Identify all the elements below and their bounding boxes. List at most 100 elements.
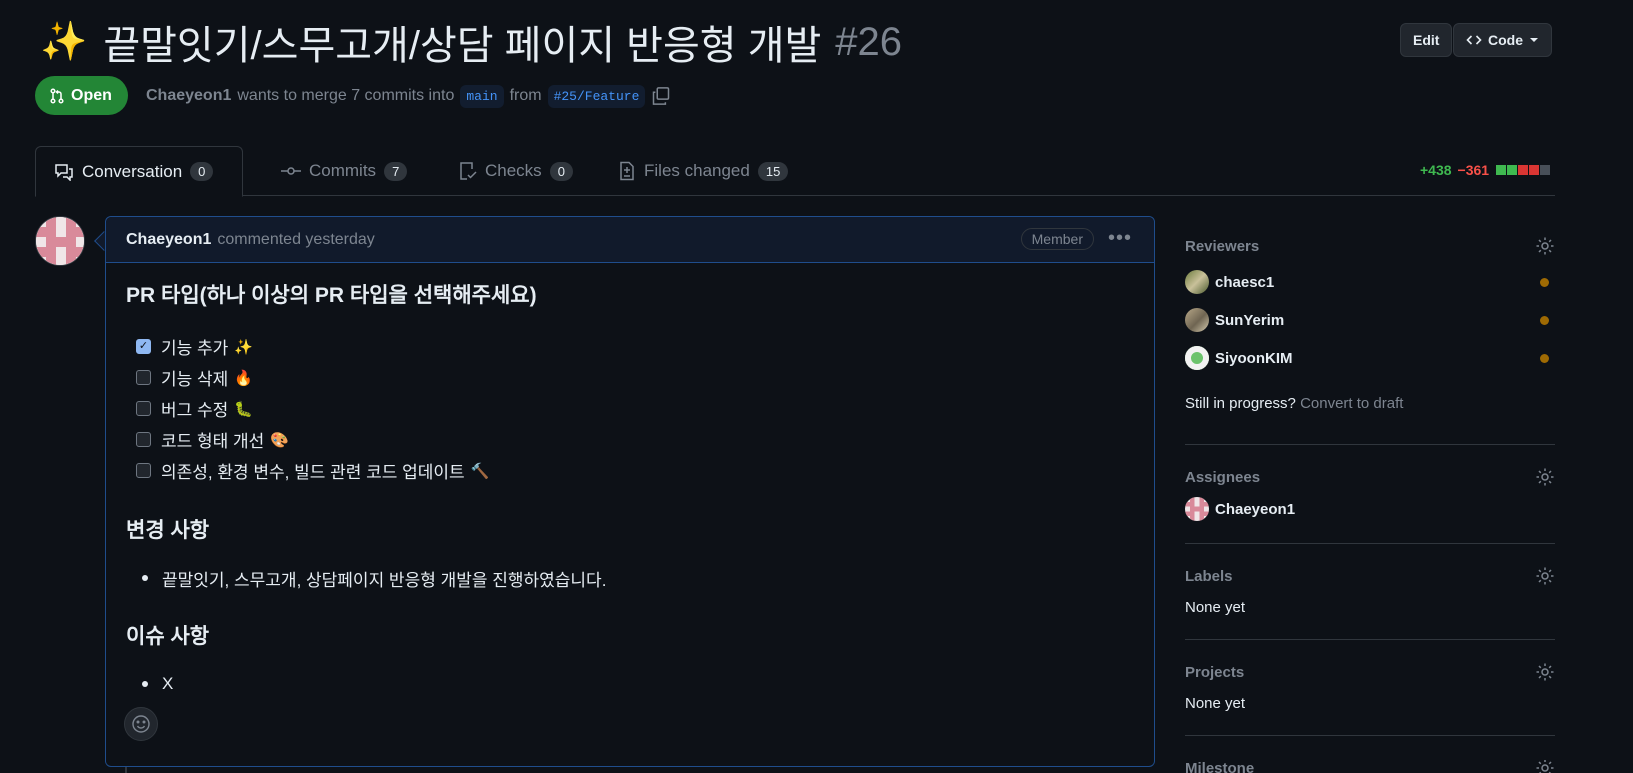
head-branch[interactable]: #25/Feature — [547, 84, 646, 108]
conversation-icon — [55, 163, 73, 181]
tab-label: Conversation — [82, 161, 183, 181]
changes-list: 끝말잇기, 스무고개, 상담페이지 반응형 개발을 진행하였습니다. — [126, 566, 1126, 590]
code-button[interactable]: Code — [1453, 23, 1552, 57]
projects-section: Projects None yet — [1185, 662, 1555, 714]
pr-author-link[interactable]: Chaeyeon1 — [146, 87, 231, 105]
gear-icon[interactable] — [1535, 236, 1555, 259]
list-item: 끝말잇기, 스무고개, 상담페이지 반응형 개발을 진행하였습니다. — [126, 566, 1126, 590]
checkbox[interactable] — [136, 401, 151, 416]
edit-button-label: Edit — [1413, 32, 1440, 48]
diffstat: +438 −361 — [1420, 162, 1551, 178]
reviewer-item[interactable]: SunYerim — [1185, 301, 1555, 339]
palette-icon: 🎨 — [270, 431, 289, 449]
pr-type-checklist: ✓ 기능 추가 ✨ 기능 삭제 🔥 버그 수정 🐛 코드 형태 개선 🎨 의존성… — [126, 331, 1126, 486]
checklist-label: 코드 형태 개선 — [161, 432, 265, 451]
tab-files-changed[interactable]: Files changed 15 — [600, 146, 806, 196]
checkbox[interactable] — [136, 463, 151, 478]
assignee-name: Chaeyeon1 — [1215, 500, 1296, 518]
labels-section: Labels None yet — [1185, 566, 1555, 618]
comment-timestamp: commented yesterday — [217, 230, 375, 248]
checklist-icon — [460, 162, 477, 180]
reviewers-title[interactable]: Reviewers — [1185, 238, 1555, 255]
checkbox[interactable] — [136, 432, 151, 447]
gear-icon[interactable] — [1535, 566, 1555, 589]
sidebar-divider — [1185, 639, 1555, 640]
member-badge: Member — [1020, 228, 1094, 250]
reviewer-name: SunYerim — [1215, 311, 1285, 329]
sidebar-divider — [1185, 543, 1555, 544]
hammer-icon: 🔨 — [470, 462, 490, 480]
reviewer-name: chaesc1 — [1215, 273, 1275, 291]
avatar — [1185, 308, 1209, 332]
pending-review-icon — [1540, 353, 1549, 363]
heading-issues: 이슈 사항 — [126, 625, 210, 648]
tab-checks[interactable]: Checks 0 — [441, 146, 591, 196]
avatar[interactable] — [35, 216, 85, 266]
tab-counter: 0 — [549, 161, 573, 181]
checkbox[interactable] — [136, 370, 151, 385]
heading-changes: 변경 사항 — [126, 519, 210, 542]
avatar — [1185, 270, 1209, 294]
file-diff-icon — [620, 161, 634, 181]
list-item: 기능 삭제 🔥 — [126, 362, 1126, 393]
tab-counter: 7 — [384, 161, 408, 181]
copy-icon[interactable] — [651, 86, 671, 106]
checkbox-checked[interactable]: ✓ — [136, 339, 151, 354]
gear-icon[interactable] — [1535, 467, 1555, 490]
gear-icon[interactable] — [1535, 662, 1555, 685]
pr-meta: Chaeyeon1 wants to merge 7 commits into … — [146, 82, 671, 110]
pending-review-icon — [1540, 277, 1549, 287]
projects-title[interactable]: Projects — [1185, 664, 1555, 681]
list-item: X — [126, 672, 1126, 696]
labels-title[interactable]: Labels — [1185, 568, 1555, 585]
assignee-item[interactable]: Chaeyeon1 — [1185, 490, 1555, 528]
reviewers-section: Reviewers chaesc1 SunYerim SiyoonKIM Sti… — [1185, 236, 1555, 418]
comment-author[interactable]: Chaeyeon1 — [126, 231, 211, 249]
status-label: Open — [71, 86, 112, 104]
reviewer-name: SiyoonKIM — [1215, 349, 1293, 367]
labels-value: None yet — [1185, 599, 1246, 616]
checklist-label: 기능 삭제 — [161, 370, 229, 389]
list-item: 버그 수정 🐛 — [126, 393, 1126, 424]
list-item: 코드 형태 개선 🎨 — [126, 424, 1126, 455]
assignees-section: Assignees Chaeyeon1 — [1185, 467, 1555, 529]
avatar — [1185, 346, 1209, 370]
reviewer-item[interactable]: chaesc1 — [1185, 263, 1555, 301]
checklist-label: 기능 추가 — [161, 339, 229, 358]
heading-pr-type: PR 타입(하나 이상의 PR 타입을 선택해주세요) — [126, 284, 537, 307]
milestone-title[interactable]: Milestone — [1185, 760, 1555, 773]
reviewer-item[interactable]: SiyoonKIM — [1185, 339, 1555, 377]
tab-label: Commits — [309, 161, 377, 180]
gear-icon[interactable] — [1535, 760, 1555, 773]
fire-icon: 🔥 — [234, 369, 253, 387]
tab-commits[interactable]: Commits 7 — [263, 146, 425, 196]
comment-box: Chaeyeon1 commented yesterday Member •••… — [105, 216, 1155, 767]
tab-counter: 15 — [757, 161, 789, 181]
tab-conversation[interactable]: Conversation 0 — [35, 146, 243, 197]
sparkles-icon: ✨ — [234, 338, 253, 356]
sidebar-divider — [1185, 444, 1555, 445]
assignees-title[interactable]: Assignees — [1185, 469, 1555, 486]
list-item: ✓ 기능 추가 ✨ — [126, 331, 1126, 362]
pr-number: #26 — [835, 19, 903, 64]
issues-list: X — [126, 672, 1126, 696]
add-reaction-button[interactable] — [124, 707, 158, 741]
deletions-count: −361 — [1457, 162, 1490, 178]
base-branch[interactable]: main — [460, 84, 504, 108]
additions-count: +438 — [1420, 162, 1452, 178]
from-text: from — [509, 87, 542, 104]
pull-request-icon — [50, 87, 64, 104]
smiley-icon — [132, 715, 150, 733]
tab-counter: 0 — [190, 162, 214, 181]
edit-button[interactable]: Edit — [1400, 23, 1453, 57]
comment-body: PR 타입(하나 이상의 PR 타입을 선택해주세요) ✓ 기능 추가 ✨ 기능… — [126, 279, 1126, 696]
draft-hint: Still in progress? Convert to draft — [1185, 395, 1555, 412]
tab-label: Files changed — [644, 161, 750, 180]
commit-icon — [281, 167, 301, 175]
tab-label: Checks — [485, 161, 542, 180]
sparkles-icon: ✨ — [40, 21, 88, 63]
code-icon — [1466, 35, 1482, 45]
more-options-icon[interactable]: ••• — [1108, 227, 1132, 250]
sidebar-divider — [1185, 735, 1555, 736]
convert-to-draft-link[interactable]: Convert to draft — [1300, 395, 1403, 412]
